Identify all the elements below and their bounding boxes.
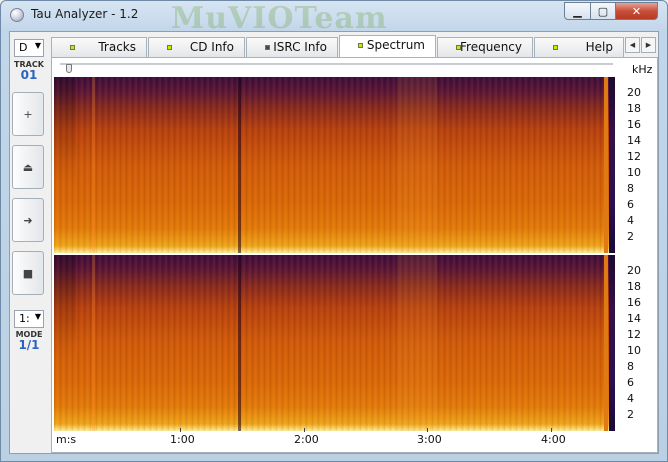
drive-select-value: D	[19, 41, 28, 54]
app-window: Tau Analyzer - 1.2 MuVIOTeam ▁ ▢ ✕ D ▼ T…	[0, 0, 668, 462]
time-tick: 4:00	[541, 433, 566, 446]
freq-tick: 18	[627, 280, 641, 293]
spectrogram-texture	[54, 77, 612, 253]
spectrum-panel: kHz 20 18 16 14 12 10 8 6 4 2 20 18 16 1…	[51, 57, 658, 453]
frequency-axis-2: 20 18 16 14 12 10 8 6 4 2	[627, 255, 657, 431]
tab-spectrum[interactable]: Spectrum	[339, 35, 436, 58]
tab-tracks[interactable]: Tracks	[51, 37, 147, 57]
status-led	[167, 45, 172, 50]
freq-tick: 8	[627, 182, 634, 195]
mode-value: 1/1	[18, 338, 40, 352]
client-area: D ▼ TRACK 01 + ⏏ ➜ ■ 1: ▼ MODE 1/1 Track…	[9, 31, 659, 454]
status-led	[553, 45, 558, 50]
spectrogram-band	[92, 77, 95, 253]
spectrogram-texture	[54, 255, 612, 431]
freq-tick: 10	[627, 344, 641, 357]
freq-tick: 10	[627, 166, 641, 179]
spectrogram-band	[92, 255, 95, 431]
tab-label: Spectrum	[366, 38, 425, 52]
spectrogram-channel-2[interactable]	[54, 255, 612, 431]
chevron-left-icon[interactable]: ◀	[625, 37, 640, 53]
status-led	[265, 45, 270, 50]
unit-label: kHz	[632, 63, 653, 76]
spectrogram-band	[54, 77, 76, 253]
freq-tick: 14	[627, 134, 641, 147]
spectrogram-band	[238, 77, 241, 253]
chevron-down-icon: ▼	[34, 41, 41, 50]
time-tick-mark	[551, 428, 552, 432]
tab-frequency[interactable]: Frequency	[437, 37, 533, 57]
time-axis-label: m:s	[56, 433, 77, 446]
freq-tick: 4	[627, 392, 634, 405]
stop-button[interactable]: ■	[12, 251, 44, 295]
tab-scroll-buttons: ◀ ▶	[625, 37, 657, 53]
freq-tick: 2	[627, 230, 634, 243]
time-axis: m:s 1:00 2:00 3:00 4:00	[54, 428, 614, 452]
eject-button[interactable]: ⏏	[12, 145, 44, 189]
spectrogram-band	[397, 77, 437, 253]
play-button[interactable]: ➜	[12, 198, 44, 242]
close-button[interactable]: ✕	[615, 2, 658, 20]
maximize-button[interactable]: ▢	[590, 2, 616, 20]
time-tick-mark	[180, 428, 181, 432]
tab-label: Tracks	[98, 40, 136, 54]
tab-cd-info[interactable]: CD Info	[148, 37, 245, 57]
drive-select[interactable]: D ▼	[14, 39, 44, 57]
time-tick: 2:00	[294, 433, 319, 446]
slider-thumb[interactable]	[66, 64, 72, 73]
window-title: Tau Analyzer - 1.2	[31, 7, 139, 21]
freq-tick: 8	[627, 360, 634, 373]
play-icon: ➜	[23, 213, 33, 227]
freq-tick: 6	[627, 376, 634, 389]
stop-icon: ■	[22, 266, 34, 280]
title-bar[interactable]: Tau Analyzer - 1.2 MuVIOTeam ▁ ▢ ✕	[1, 1, 667, 36]
freq-tick: 6	[627, 198, 634, 211]
mode-select[interactable]: 1: ▼	[14, 310, 44, 328]
eject-icon: ⏏	[22, 160, 34, 174]
chevron-down-icon: ▼	[34, 312, 41, 321]
time-tick: 1:00	[170, 433, 195, 446]
tab-label: Frequency	[460, 40, 522, 54]
track-number: 01	[20, 68, 38, 82]
spectrogram-band	[54, 255, 76, 431]
tab-isrc-info[interactable]: ISRC Info	[246, 37, 338, 57]
left-control-panel: D ▼ TRACK 01 + ⏏ ➜ ■ 1: ▼ MODE 1/1	[10, 32, 48, 453]
color-scale-bar	[604, 255, 615, 431]
mode-select-value: 1:	[19, 312, 30, 325]
position-slider[interactable]	[60, 63, 613, 73]
time-tick: 3:00	[417, 433, 442, 446]
status-led	[358, 43, 363, 48]
tab-label: CD Info	[189, 40, 234, 54]
time-tick-mark	[304, 428, 305, 432]
tab-label: Help	[585, 40, 613, 54]
minimize-button[interactable]: ▁	[564, 2, 591, 20]
freq-tick: 2	[627, 408, 634, 421]
freq-tick: 16	[627, 296, 641, 309]
tab-help[interactable]: Help	[534, 37, 624, 57]
add-button[interactable]: +	[12, 92, 44, 136]
freq-tick: 12	[627, 150, 641, 163]
freq-tick: 4	[627, 214, 634, 227]
freq-tick: 14	[627, 312, 641, 325]
spectrogram-channel-1[interactable]	[54, 77, 612, 253]
minimize-icon: ▁	[573, 4, 582, 18]
tab-strip: Tracks CD Info ISRC Info Spectrum Freque…	[51, 35, 657, 58]
plus-icon: +	[23, 107, 33, 121]
freq-tick: 16	[627, 118, 641, 131]
tab-label: ISRC Info	[273, 40, 327, 54]
freq-tick: 20	[627, 86, 641, 99]
spectrogram-band	[238, 255, 241, 431]
maximize-icon: ▢	[597, 4, 609, 18]
app-icon[interactable]	[10, 8, 24, 22]
freq-tick: 18	[627, 102, 641, 115]
status-led	[70, 45, 75, 50]
freq-tick: 12	[627, 328, 641, 341]
close-icon: ✕	[631, 4, 642, 18]
color-scale-bar	[604, 77, 615, 253]
freq-tick: 20	[627, 264, 641, 277]
spectrogram-band	[397, 255, 437, 431]
time-tick-mark	[427, 428, 428, 432]
chevron-right-icon[interactable]: ▶	[641, 37, 656, 53]
frequency-axis-1: 20 18 16 14 12 10 8 6 4 2	[627, 77, 657, 253]
